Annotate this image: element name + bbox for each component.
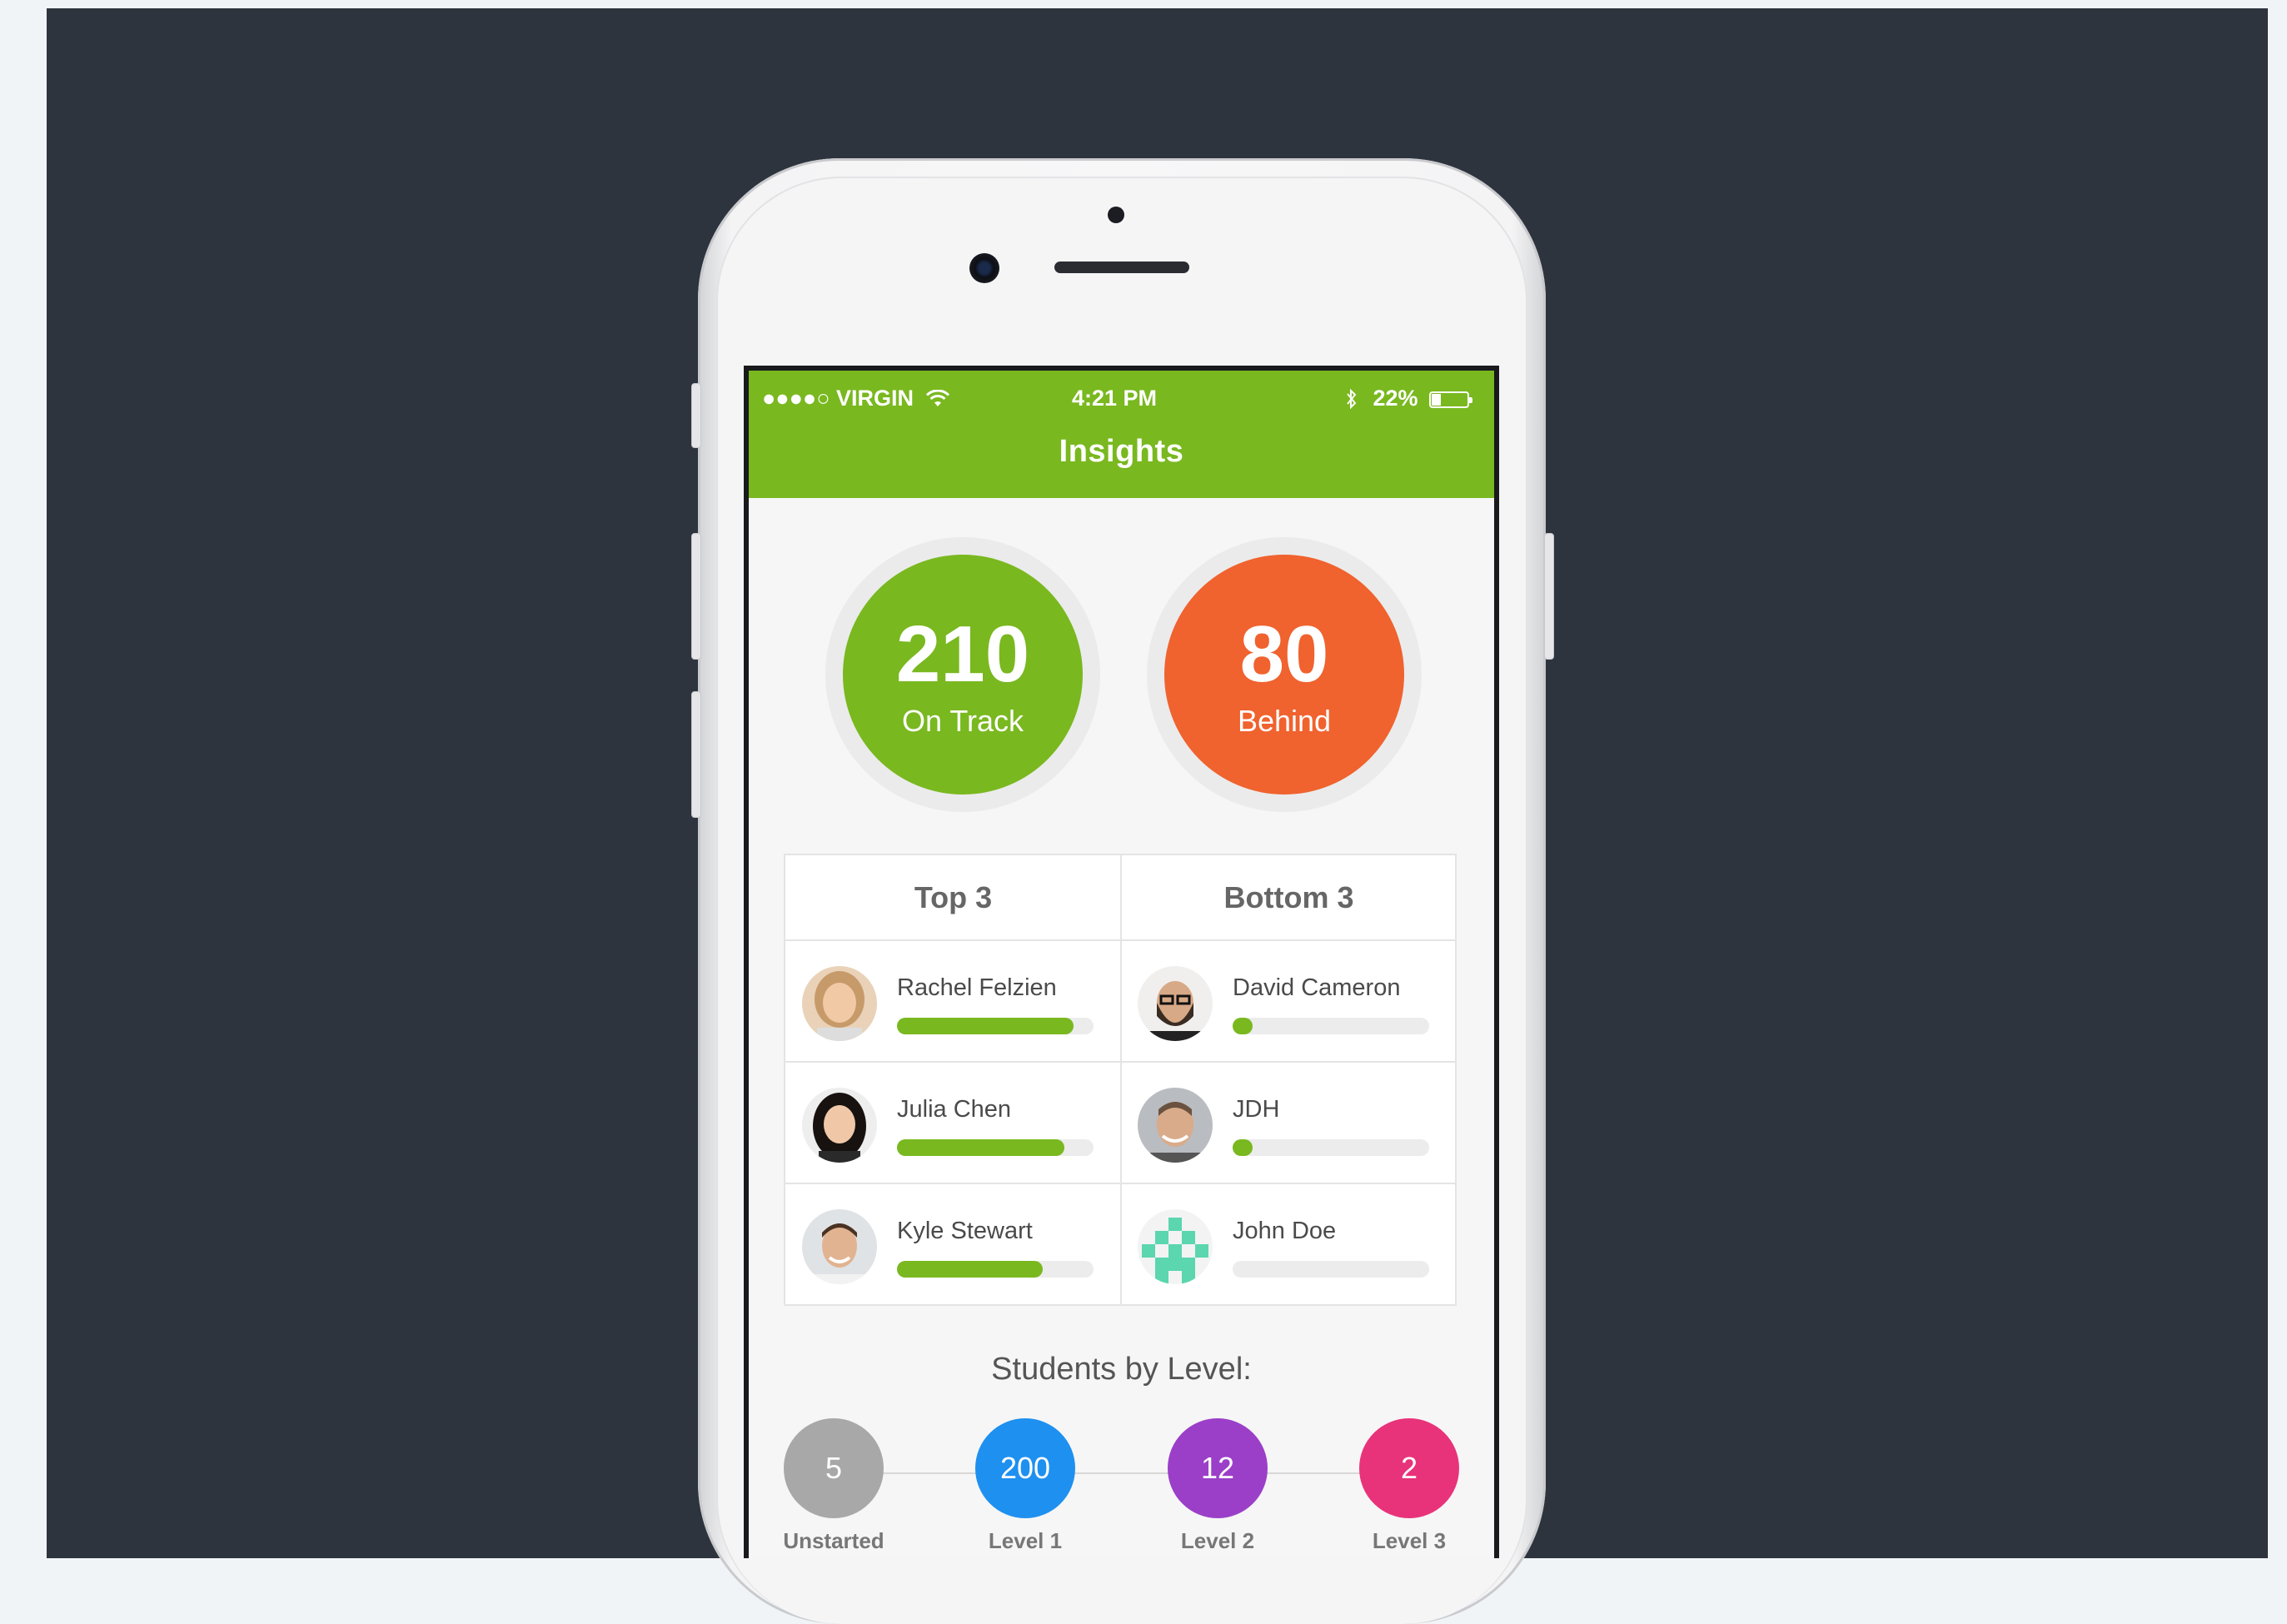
mute-switch — [691, 383, 701, 448]
bottom-student-cell[interactable]: David Cameron — [1121, 941, 1457, 1062]
level-count: 5 — [825, 1451, 843, 1485]
student-name: JDH — [1233, 1096, 1280, 1123]
top-student-cell[interactable]: Julia Chen — [785, 1063, 1121, 1183]
top-student-cell[interactable]: Rachel Felzien — [785, 941, 1121, 1062]
bluetooth-icon — [1347, 388, 1357, 410]
level-badge-level-1[interactable]: 200 — [975, 1418, 1075, 1518]
progress-bar — [1233, 1139, 1429, 1156]
progress-fill — [897, 1139, 1064, 1156]
avatar — [1138, 1209, 1213, 1284]
progress-fill — [1233, 1018, 1253, 1034]
bottom-3-header: Bottom 3 — [1223, 880, 1354, 914]
level-label: Level 1 — [988, 1528, 1063, 1553]
progress-bar — [1233, 1018, 1429, 1034]
level-badge-level-2[interactable]: 12 — [1168, 1418, 1268, 1518]
avatar — [802, 1209, 877, 1284]
level-count: 200 — [999, 1451, 1051, 1485]
student-name: Julia Chen — [897, 1096, 1012, 1123]
progress-fill — [897, 1018, 1074, 1034]
behind-count: 80 — [1239, 610, 1329, 699]
avatar — [802, 1088, 877, 1163]
progress-fill — [1233, 1139, 1253, 1156]
battery-percent: 22% — [1373, 386, 1418, 411]
status-carrier: ●●●●○ VIRGIN — [762, 386, 950, 411]
level-label: Level 3 — [1372, 1528, 1447, 1553]
top-student-cell[interactable]: Kyle Stewart — [785, 1184, 1121, 1305]
avatar — [1138, 1088, 1213, 1163]
progress-bar — [897, 1139, 1094, 1156]
battery-icon — [1429, 391, 1473, 408]
status-right: 22% — [1345, 386, 1473, 411]
on-track-ring: 210 On Track — [825, 537, 1100, 812]
bottom-student-cell[interactable]: JDH — [1121, 1063, 1457, 1183]
bottom-student-cell[interactable]: John Doe — [1121, 1184, 1457, 1305]
avatar — [1138, 966, 1213, 1041]
table-row: Kyle Stewart John Doe — [785, 1184, 1455, 1305]
identicon-icon — [1142, 1218, 1208, 1284]
wifi-icon — [925, 389, 949, 406]
volume-down-button — [691, 691, 701, 818]
power-button — [1544, 533, 1554, 660]
table-row: Julia Chen JDH — [785, 1063, 1455, 1183]
on-track-count: 210 — [895, 610, 1030, 699]
student-name: David Cameron — [1233, 974, 1401, 1001]
carrier-label: ●●●●○ VIRGIN — [762, 386, 914, 411]
progress-bar — [1233, 1261, 1429, 1278]
progress-fill — [897, 1261, 1043, 1278]
student-name: John Doe — [1233, 1218, 1337, 1244]
on-track-stat[interactable]: 210 On Track — [843, 555, 1083, 795]
behind-stat[interactable]: 80 Behind — [1164, 555, 1404, 795]
top-3-header: Top 3 — [914, 880, 993, 914]
behind-label: Behind — [1237, 704, 1332, 738]
top-bar: ●●●●○ VIRGIN 4:21 PM 22% Insights — [749, 371, 1494, 498]
level-badge-unstarted[interactable]: 5 — [784, 1418, 884, 1518]
level-label: Unstarted — [783, 1528, 884, 1553]
progress-bar — [897, 1261, 1094, 1278]
levels-connector — [849, 1472, 1397, 1474]
page-title: Insights — [1059, 434, 1184, 469]
insights-app: ●●●●○ VIRGIN 4:21 PM 22% Insights 210 On… — [749, 371, 1494, 1558]
phone-screen: ●●●●○ VIRGIN 4:21 PM 22% Insights 210 On… — [744, 366, 1499, 1558]
behind-ring: 80 Behind — [1147, 537, 1422, 812]
level-badge-level-3[interactable]: 2 — [1359, 1418, 1459, 1518]
avatar — [802, 966, 877, 1041]
proximity-sensor — [1108, 207, 1124, 223]
level-count: 2 — [1400, 1451, 1418, 1485]
volume-up-button — [691, 533, 701, 660]
level-label: Level 2 — [1180, 1528, 1255, 1553]
on-track-label: On Track — [901, 704, 1024, 738]
levels-title: Students by Level: — [991, 1352, 1252, 1387]
ranking-table: Top 3 Bottom 3 Rachel Felzien David Came… — [784, 854, 1457, 1306]
student-name: Kyle Stewart — [897, 1218, 1033, 1244]
level-count: 12 — [1200, 1451, 1235, 1485]
table-row: Rachel Felzien David Cameron — [785, 941, 1455, 1062]
status-time: 4:21 PM — [1072, 386, 1158, 411]
progress-bar — [897, 1018, 1094, 1034]
student-name: Rachel Felzien — [897, 974, 1057, 1001]
front-camera — [969, 253, 999, 283]
earpiece-speaker — [1054, 262, 1189, 273]
